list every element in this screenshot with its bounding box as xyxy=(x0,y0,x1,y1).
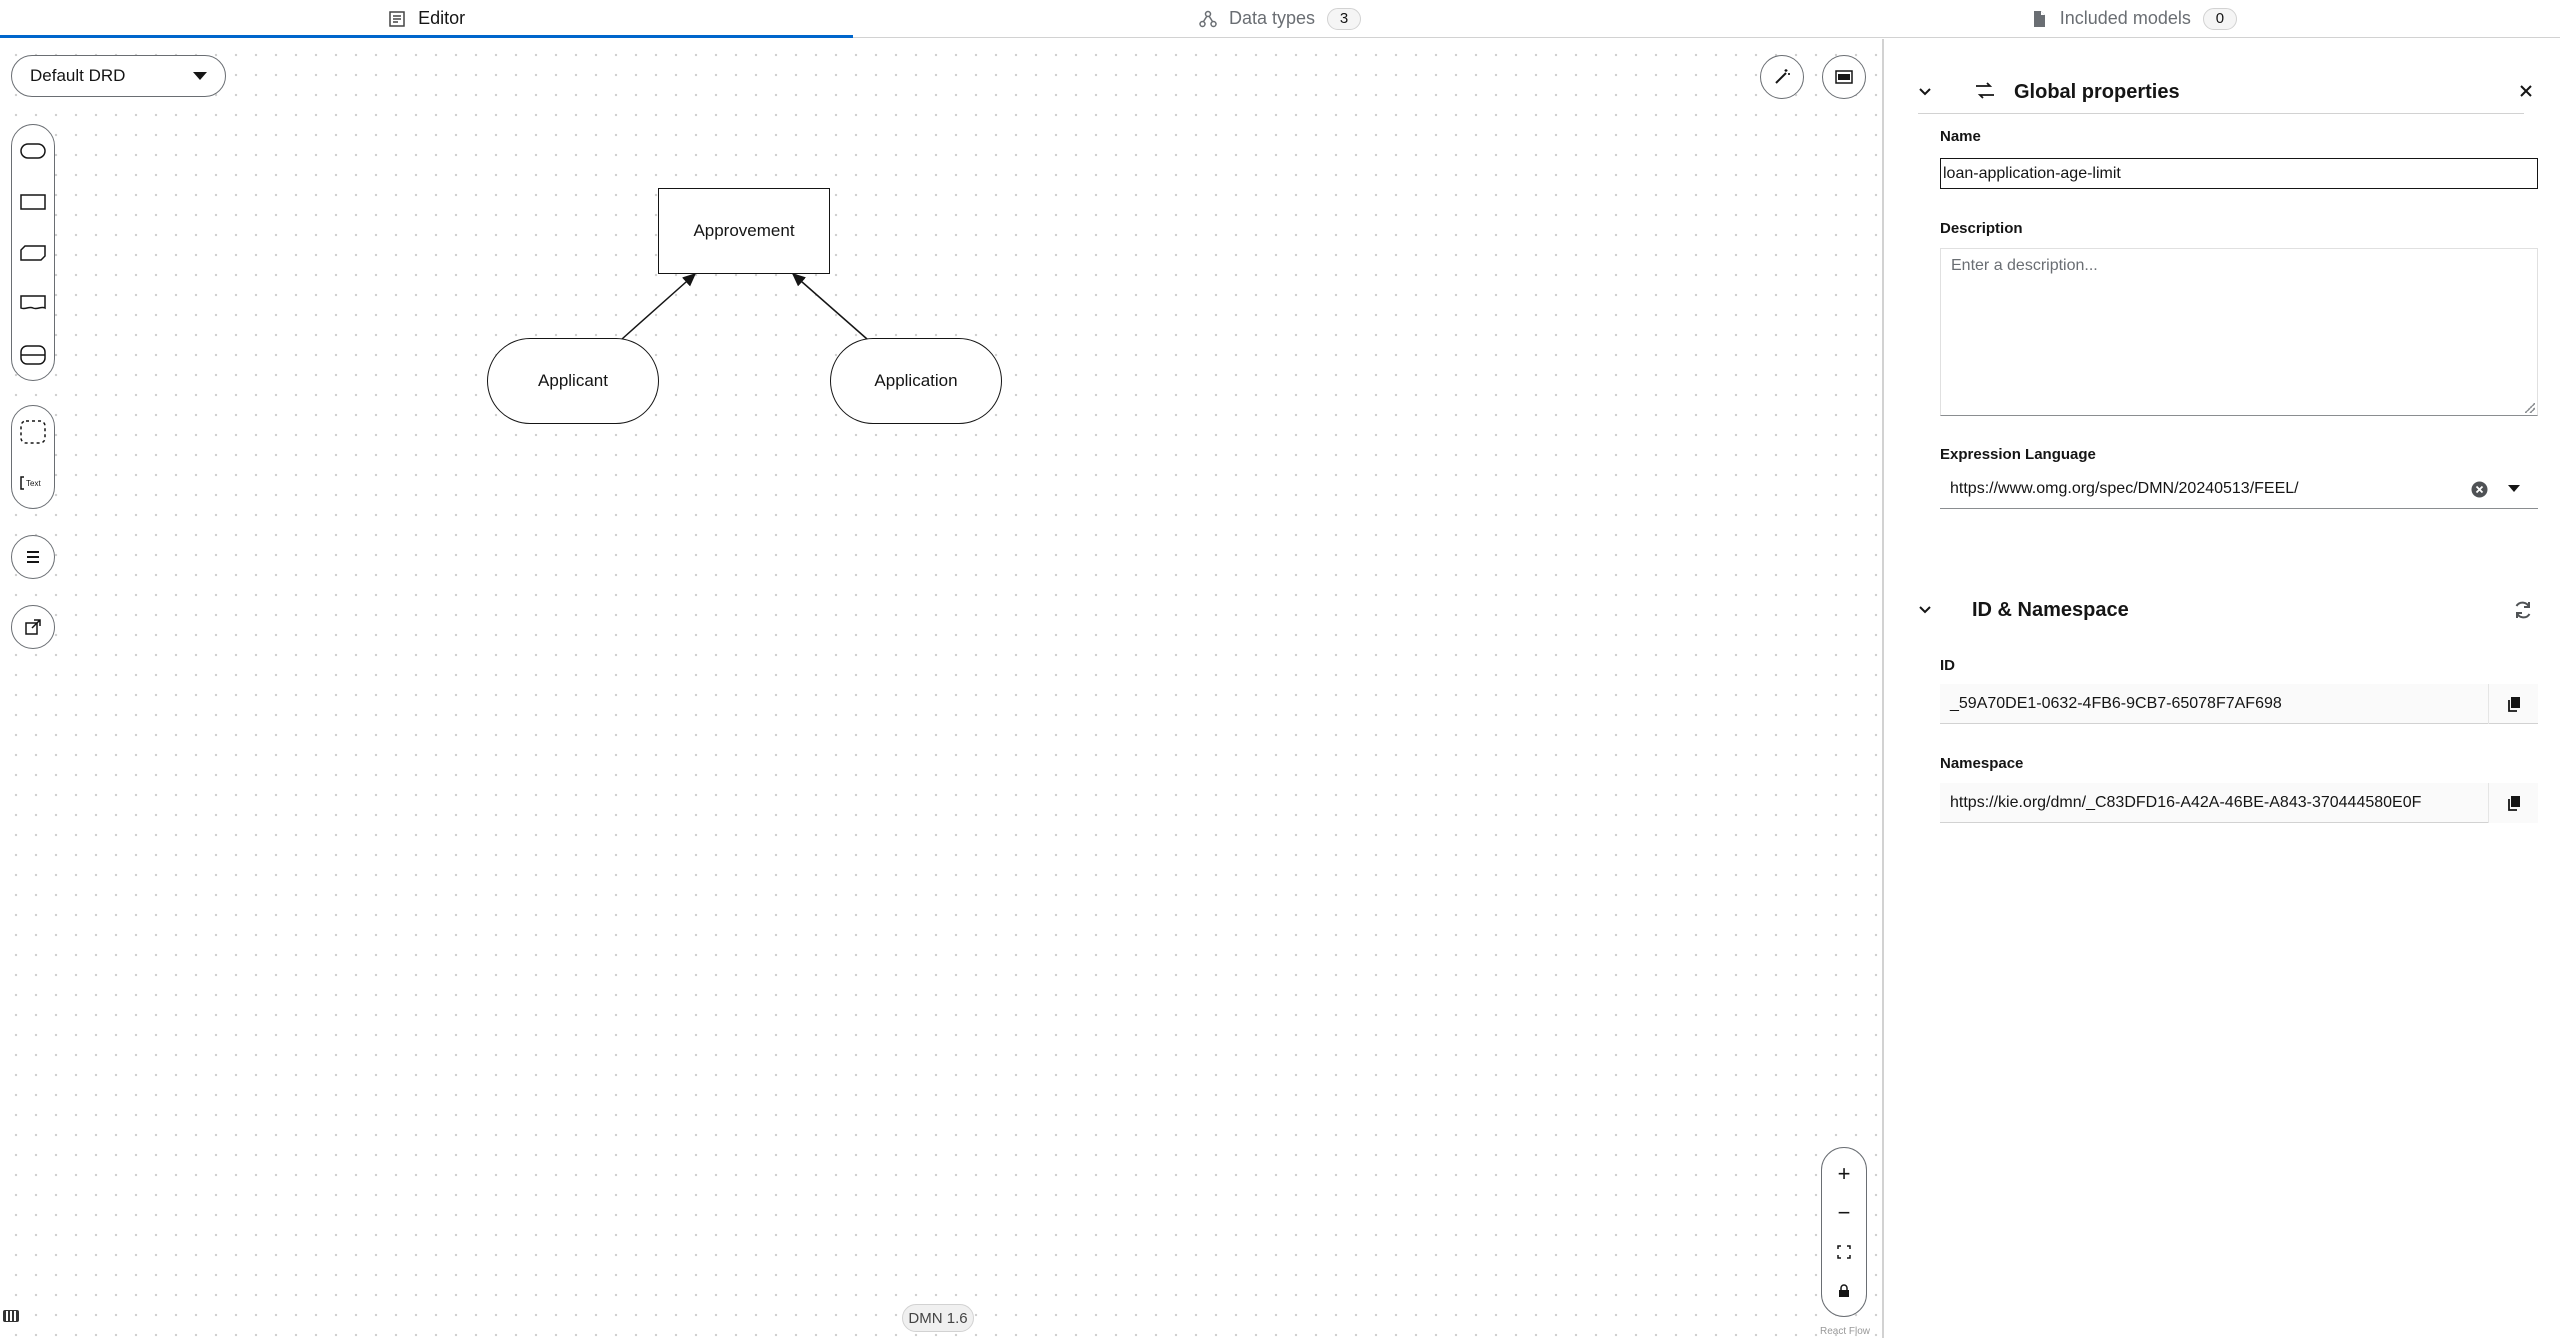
clear-circle-icon[interactable] xyxy=(2471,481,2488,503)
divider xyxy=(1918,113,2524,114)
id-label: ID xyxy=(1940,657,1955,674)
drd-canvas[interactable]: Default DRD Text Approvement Applicant A… xyxy=(0,39,1882,1338)
description-textarea[interactable]: Enter a description... xyxy=(1940,248,2538,416)
tab-data-types-label: Data types xyxy=(1228,8,1316,28)
palette-group[interactable] xyxy=(11,406,55,457)
input-data-node-applicant[interactable]: Applicant xyxy=(487,338,659,424)
palette-input-data[interactable] xyxy=(11,125,55,176)
zoom-in-button[interactable]: + xyxy=(1824,1156,1864,1192)
id-namespace-title: ID & Namespace xyxy=(1972,599,2129,621)
copy-id-button[interactable] xyxy=(2488,684,2538,724)
tab-data-types[interactable]: Data types 3 xyxy=(853,0,1706,37)
lock-button[interactable] xyxy=(1824,1273,1864,1309)
editor-tabs: Editor Data types 3 Included models 0 xyxy=(0,0,2560,38)
zoom-out-label: − xyxy=(1837,1199,1851,1225)
zoom-out-button[interactable]: − xyxy=(1824,1195,1864,1231)
drd-selector[interactable]: Default DRD xyxy=(11,55,226,97)
lock-icon xyxy=(1839,1283,1849,1297)
input-data-shape-icon xyxy=(20,142,46,159)
id-value: _59A70DE1-0632-4FB6-9CB7-65078F7AF698 xyxy=(1950,694,2282,712)
fit-view-button[interactable] xyxy=(1824,1234,1864,1270)
svg-text:Text: Text xyxy=(26,479,41,488)
drd-selector-label: Default DRD xyxy=(30,66,126,85)
namespace-field: https://kie.org/dmn/_C83DFD16-A42A-46BE-… xyxy=(1940,783,2538,823)
palette-text-annotation[interactable]: Text xyxy=(11,457,55,508)
collapse-chevron-icon[interactable] xyxy=(1918,85,1932,99)
tab-included-models-label: Included models xyxy=(2059,8,2191,28)
data-types-count-badge: 3 xyxy=(1327,7,1362,30)
included-models-count-badge: 0 xyxy=(2202,7,2237,30)
id-namespace-header: ID & Namespace xyxy=(1884,584,2560,636)
react-flow-attribution[interactable]: React Flow xyxy=(1820,1326,1870,1337)
namespace-label: Namespace xyxy=(1940,755,2024,772)
input-data-node-label: Application xyxy=(874,371,958,390)
caret-down-icon[interactable] xyxy=(2508,485,2520,492)
keyboard-icon[interactable] xyxy=(3,1310,19,1322)
knowledge-source-shape-icon xyxy=(20,294,46,309)
name-value: loan-application-age-limit xyxy=(1943,164,2121,182)
external-nodes-button[interactable] xyxy=(11,605,55,649)
magic-wand-icon xyxy=(1775,69,1790,84)
properties-panel-icon xyxy=(1835,70,1853,84)
decision-service-shape-icon xyxy=(20,344,46,365)
drd-edges xyxy=(621,273,868,340)
global-properties-title: Global properties xyxy=(2014,81,2180,103)
tab-editor-label: Editor xyxy=(418,8,466,28)
list-icon xyxy=(27,551,39,563)
expression-language-select[interactable]: https://www.omg.org/spec/DMN/20240513/FE… xyxy=(1940,469,2538,509)
bkm-shape-icon xyxy=(20,244,46,261)
fit-view-icon xyxy=(1837,1244,1851,1259)
namespace-value: https://kie.org/dmn/_C83DFD16-A42A-46BE-… xyxy=(1950,793,2422,811)
close-panel-icon[interactable] xyxy=(2518,83,2534,104)
copy-namespace-button[interactable] xyxy=(2488,783,2538,823)
regenerate-icon[interactable] xyxy=(2513,600,2533,625)
resize-handle-icon[interactable] xyxy=(2525,403,2535,413)
name-input[interactable]: loan-application-age-limit xyxy=(1940,158,2538,189)
copy-icon xyxy=(2507,697,2520,712)
name-label: Name xyxy=(1940,128,1981,145)
decision-node-approvement[interactable]: Approvement xyxy=(658,188,830,274)
palette-knowledge-source[interactable] xyxy=(11,278,55,329)
palette-bkm[interactable] xyxy=(11,227,55,278)
text-annotation-icon: Text xyxy=(20,475,41,490)
external-link-icon xyxy=(25,619,41,635)
zoom-controls: + − xyxy=(1821,1147,1867,1317)
description-label: Description xyxy=(1940,220,2023,237)
palette-decision-service[interactable] xyxy=(11,329,55,380)
properties-panel: Global properties Name loan-application-… xyxy=(1884,39,2560,1338)
group-shape-icon xyxy=(20,419,46,444)
expression-language-value: https://www.omg.org/spec/DMN/20240513/FE… xyxy=(1950,479,2299,497)
global-properties-header: Global properties xyxy=(1884,66,2560,118)
expression-language-label: Expression Language xyxy=(1940,446,2096,463)
data-types-icon xyxy=(1199,10,1217,28)
collapse-chevron-icon[interactable] xyxy=(1918,603,1932,617)
decision-node-label: Approvement xyxy=(693,221,795,240)
global-properties-icon xyxy=(1974,81,1996,106)
edge-application-approvement xyxy=(791,273,868,340)
auto-layout-button[interactable] xyxy=(1760,55,1804,99)
input-data-node-label: Applicant xyxy=(538,371,608,390)
description-placeholder: Enter a description... xyxy=(1951,257,2098,274)
editor-icon xyxy=(388,10,406,28)
dmn-version-badge: DMN 1.6 xyxy=(902,1304,974,1332)
input-data-node-application[interactable]: Application xyxy=(830,338,1002,424)
decision-shape-icon xyxy=(20,193,46,210)
properties-panel-toggle-button[interactable] xyxy=(1822,55,1866,99)
included-models-icon xyxy=(2030,10,2048,28)
id-field: _59A70DE1-0632-4FB6-9CB7-65078F7AF698 xyxy=(1940,684,2538,724)
artifact-palette: Text xyxy=(11,405,55,509)
zoom-in-label: + xyxy=(1837,1160,1851,1186)
tab-editor[interactable]: Editor xyxy=(0,0,854,38)
copy-icon xyxy=(2507,796,2520,811)
palette-decision[interactable] xyxy=(11,176,55,227)
edge-applicant-approvement xyxy=(621,273,697,340)
tab-included-models[interactable]: Included models 0 xyxy=(1707,0,2560,37)
node-palette xyxy=(11,124,55,381)
caret-down-icon xyxy=(193,72,207,80)
drd-list-button[interactable] xyxy=(11,535,55,579)
